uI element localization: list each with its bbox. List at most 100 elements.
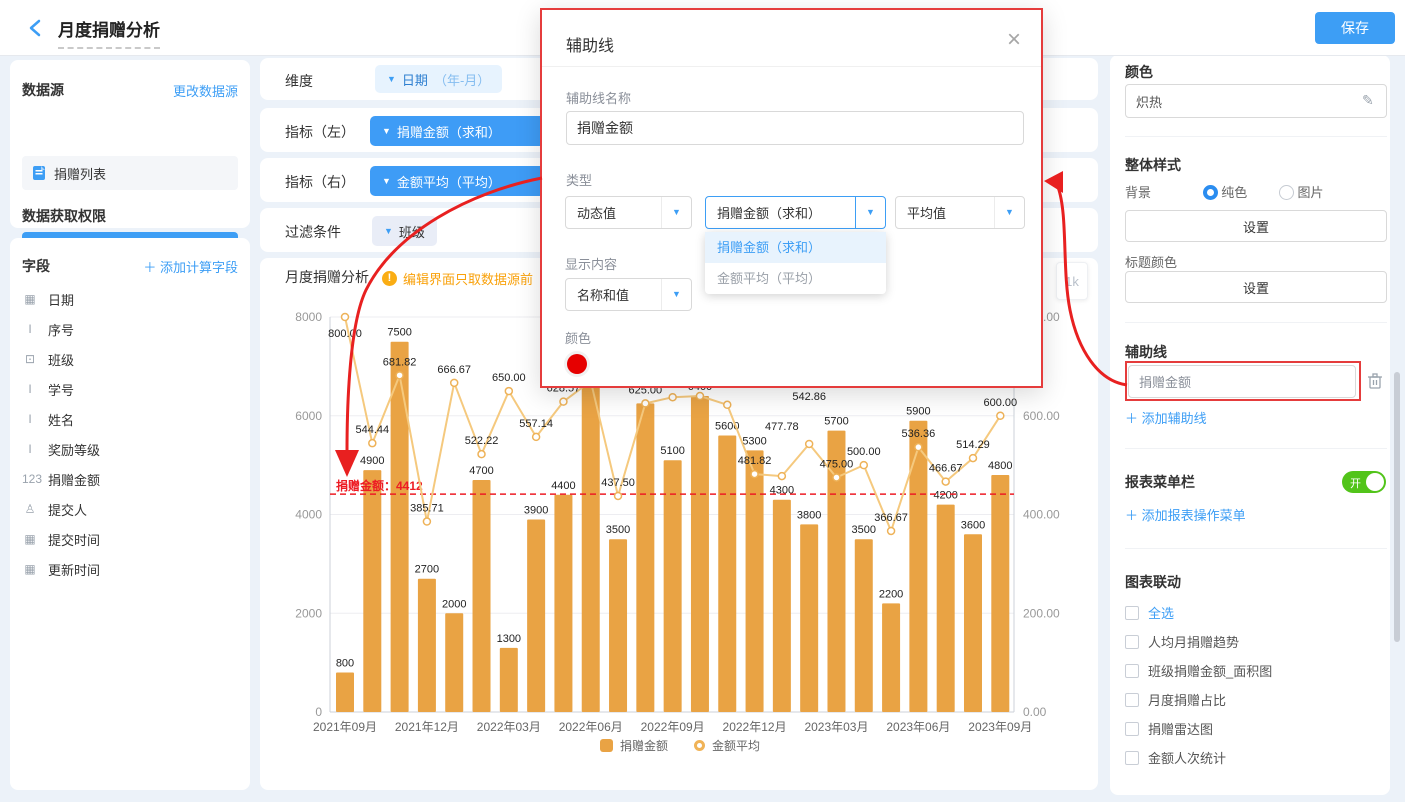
warning-icon: ! (382, 271, 397, 286)
field-item[interactable]: I 序号 (10, 314, 250, 344)
text-icon: I (22, 322, 38, 336)
overall-style-title: 整体样式 (1125, 155, 1387, 175)
select-icon: ⊡ (22, 352, 38, 366)
back-icon[interactable] (26, 18, 46, 38)
background-label: 背景 (1125, 185, 1151, 200)
auxline-name-label: 辅助线名称 (566, 88, 631, 107)
calendar-icon: ▦ (22, 292, 38, 306)
field-item[interactable]: I 姓名 (10, 404, 250, 434)
dropdown-option[interactable]: 捐赠金额（求和） (705, 232, 886, 263)
report-menu-toggle[interactable]: 开 (1342, 471, 1386, 493)
field-item[interactable]: ▦ 更新时间 (10, 554, 250, 584)
legend-marker-icon (694, 740, 705, 751)
plus-icon: ＋ (143, 260, 156, 275)
linkage-checkbox-item[interactable]: 人均月捐赠趋势 (1125, 627, 1387, 656)
field-item[interactable]: I 奖励等级 (10, 434, 250, 464)
color-swatch[interactable] (567, 354, 587, 374)
field-item[interactable]: ♙ 提交人 (10, 494, 250, 524)
auxline-name-input[interactable] (566, 111, 1024, 145)
filter-pill[interactable]: ▼ 班级 (372, 216, 437, 246)
theme-color-input[interactable] (1125, 84, 1387, 118)
field-item[interactable]: ▦ 日期 (10, 284, 250, 314)
auxline-item-input[interactable] (1128, 365, 1356, 398)
type-mode-select[interactable]: 动态值 ▼ (565, 196, 692, 229)
radio-on-icon (1203, 185, 1218, 200)
field-item[interactable]: 123 捐赠金额 (10, 464, 250, 494)
checkbox-icon (1125, 664, 1139, 678)
change-datasource-link[interactable]: 更改数据源 (173, 81, 238, 100)
add-auxline-link[interactable]: ＋ 添加辅助线 (1125, 408, 1387, 427)
chevron-down-icon: ▼ (855, 197, 885, 228)
title-color-set-button[interactable]: 设置 (1125, 271, 1387, 303)
legend-marker-icon (600, 739, 613, 752)
legend-item[interactable]: 捐赠金额 (600, 737, 668, 754)
linkage-checkbox-item[interactable]: 月度捐赠占比 (1125, 685, 1387, 714)
metric-dropdown: 捐赠金额（求和）金额平均（平均） (705, 232, 886, 294)
color-section-title: 颜色 (1125, 62, 1387, 82)
calendar-icon: ▦ (22, 562, 38, 576)
radio-image[interactable]: 图片 (1279, 185, 1324, 200)
field-item[interactable]: ▦ 提交时间 (10, 524, 250, 554)
fields-list: ▦ 日期 I 序号 ⊡ 班级 I 学号 I 姓名 I 奖励等级 123 捐赠金额 (10, 284, 250, 584)
calendar-icon: ▦ (22, 532, 38, 546)
dropdown-option[interactable]: 金额平均（平均） (705, 263, 886, 294)
number-icon: 123 (22, 472, 38, 486)
auxline-modal: 辅助线 × 辅助线名称 类型 动态值 ▼ 捐赠金额（求和） ▼ 平均值 ▼ 捐赠… (540, 8, 1043, 388)
close-icon[interactable]: × (1007, 26, 1021, 54)
linkage-checkbox-item[interactable]: 捐赠雷达图 (1125, 714, 1387, 743)
type-label: 类型 (566, 170, 592, 189)
linkage-checkbox-item[interactable]: 全选 (1125, 598, 1387, 627)
right-metric-label: 指标（右） (285, 172, 355, 192)
display-content-label: 显示内容 (565, 254, 617, 273)
display-content-select[interactable]: 名称和值 ▼ (565, 278, 692, 311)
text-icon: I (22, 442, 38, 456)
radio-solid-color[interactable]: 纯色 (1203, 185, 1248, 200)
title-color-label: 标题颜色 (1125, 252, 1387, 271)
datasource-name: 捐赠列表 (54, 164, 106, 183)
left-metric-label: 指标（左） (285, 122, 355, 142)
field-item[interactable]: I 学号 (10, 374, 250, 404)
datasource-title: 数据源 (22, 80, 64, 100)
scrollbar-thumb[interactable] (1394, 372, 1400, 642)
fields-title: 字段 (22, 256, 50, 276)
add-calc-field-link[interactable]: ＋ 添加计算字段 (143, 257, 238, 276)
chart-linkage-title: 图表联动 (1125, 572, 1387, 592)
edit-warning: ! 编辑界面只取数据源前 (382, 269, 533, 288)
legend-item[interactable]: 金额平均 (694, 737, 760, 754)
document-icon (32, 165, 46, 181)
type-agg-select[interactable]: 平均值 ▼ (895, 196, 1025, 229)
trash-icon[interactable] (1367, 372, 1383, 390)
save-button[interactable]: 保存 (1315, 12, 1395, 44)
plus-icon: ＋ (1125, 411, 1138, 426)
field-item[interactable]: ⊡ 班级 (10, 344, 250, 374)
field-label: 提交人 (48, 500, 87, 519)
toggle-knob-icon (1366, 473, 1384, 491)
datasource-item[interactable]: 捐赠列表 (22, 156, 238, 190)
datasource-panel: 数据源 更改数据源 捐赠列表 数据获取权限 报表权限 (10, 60, 250, 228)
dimension-label: 维度 (285, 71, 313, 91)
field-label: 姓名 (48, 410, 74, 429)
permission-title: 数据获取权限 (22, 206, 106, 226)
type-metric-select[interactable]: 捐赠金额（求和） ▼ (705, 196, 886, 229)
field-label: 序号 (48, 320, 74, 339)
auxline-section-title: 辅助线 (1125, 342, 1387, 362)
field-label: 提交时间 (48, 530, 100, 549)
field-label: 捐赠金额 (48, 470, 100, 489)
linkage-checkbox-item[interactable]: 金额人次统计 (1125, 743, 1387, 772)
background-set-button[interactable]: 设置 (1125, 210, 1387, 242)
add-report-menu-link[interactable]: ＋ 添加报表操作菜单 (1125, 505, 1387, 524)
dimension-pill[interactable]: ▼ 日期（年-月） (375, 65, 502, 93)
page-title: 月度捐赠分析 (58, 16, 160, 49)
chevron-down-icon: ▼ (661, 279, 691, 310)
chart-title: 月度捐赠分析 (285, 267, 369, 287)
linkage-list: 全选 人均月捐赠趋势 班级捐赠金额_面积图 月度捐赠占比 捐赠雷达图 金额人次统… (1125, 598, 1387, 772)
edit-icon[interactable]: ✎ (1362, 92, 1374, 109)
field-label: 班级 (48, 350, 74, 369)
chevron-down-icon: ▼ (384, 226, 393, 236)
chevron-down-icon: ▼ (661, 197, 691, 228)
field-label: 日期 (48, 290, 74, 309)
linkage-checkbox-item[interactable]: 班级捐赠金额_面积图 (1125, 656, 1387, 685)
checkbox-icon (1125, 635, 1139, 649)
row-limit-badge: 1k (1056, 262, 1088, 300)
background-row: 背景 纯色 图片 (1125, 182, 1387, 201)
